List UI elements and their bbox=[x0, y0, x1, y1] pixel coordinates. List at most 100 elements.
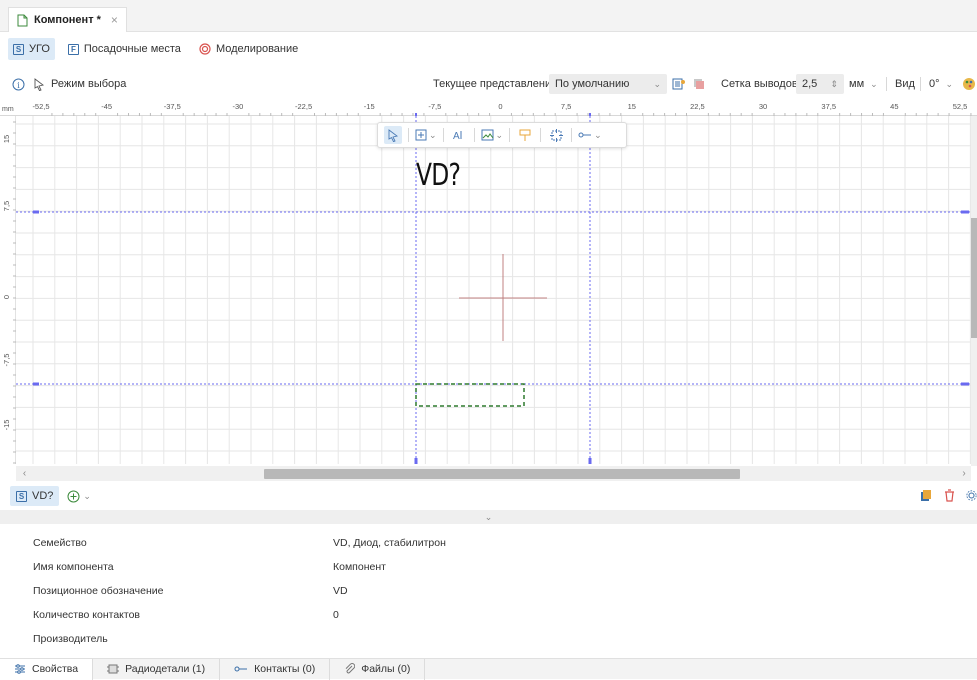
ruler-tick-label: -15 bbox=[364, 102, 375, 111]
property-row: Количество контактов 0 bbox=[0, 604, 977, 628]
property-key: Позиционное обозначение bbox=[33, 585, 164, 597]
footprint-icon: F bbox=[67, 43, 79, 55]
ruler-tick-label: 37,5 bbox=[821, 102, 836, 111]
delete-icon[interactable] bbox=[944, 489, 955, 502]
image-tool-button[interactable]: ⌄ bbox=[481, 126, 504, 144]
guide-handle bbox=[33, 210, 39, 214]
rotation-select[interactable]: 0° ⌄ bbox=[929, 70, 953, 98]
toolbar-divider bbox=[473, 128, 475, 142]
view-label: Текущее представление bbox=[433, 78, 558, 90]
tab-footprints[interactable]: F Посадочные места bbox=[63, 38, 186, 60]
tab-properties[interactable]: Свойства bbox=[0, 658, 94, 680]
add-view-icon[interactable] bbox=[672, 70, 686, 98]
toolbar-divider bbox=[509, 128, 511, 142]
symbol-canvas[interactable] bbox=[16, 116, 971, 464]
text-tool-button[interactable]: A bbox=[450, 126, 468, 144]
ruler-ticks: 15 7,5 0 -7,5 -15 bbox=[2, 121, 16, 464]
stepper-icon: ⇕ bbox=[830, 78, 838, 89]
chevron-down-icon: ⌄ bbox=[653, 78, 661, 89]
unit-select[interactable]: мм ⌄ bbox=[849, 70, 878, 98]
tab-label: Файлы (0) bbox=[361, 663, 411, 675]
guide-handle bbox=[961, 382, 969, 386]
bottom-tabs: Свойства Радиодетали (1) Контакты (0) Фа… bbox=[0, 658, 977, 680]
ruler-tick-label: -22,5 bbox=[295, 102, 312, 111]
property-key: Количество контактов bbox=[33, 609, 141, 621]
property-row: Производитель bbox=[0, 628, 977, 652]
vertical-scroll-thumb[interactable] bbox=[971, 218, 977, 338]
scroll-left-button[interactable]: ‹ bbox=[16, 466, 33, 481]
paperclip-icon bbox=[345, 663, 356, 674]
settings-icon[interactable] bbox=[966, 489, 977, 502]
ruler-tick-label: -15 bbox=[2, 420, 11, 431]
property-value[interactable]: VD, Диод, стабилитрон bbox=[333, 537, 446, 549]
document-tab[interactable]: Компонент * × bbox=[8, 7, 127, 32]
chevron-down-icon: ⌄ bbox=[594, 129, 602, 140]
horizontal-scroll-thumb[interactable] bbox=[264, 469, 740, 479]
tab-label: Радиодетали (1) bbox=[125, 663, 206, 675]
guide-handle bbox=[414, 458, 418, 464]
origin-tool-button[interactable] bbox=[547, 126, 565, 144]
tab-ugo[interactable]: S УГО bbox=[8, 38, 55, 60]
add-component-button[interactable]: ⌄ bbox=[67, 490, 91, 503]
document-icon bbox=[17, 14, 28, 27]
tab-components[interactable]: Радиодетали (1) bbox=[93, 658, 221, 680]
tab-modeling[interactable]: Моделирование bbox=[194, 38, 303, 60]
view-short-label: Вид bbox=[895, 78, 915, 90]
toolbar-divider bbox=[920, 77, 921, 91]
chevron-down-icon: ⌄ bbox=[429, 129, 437, 140]
tab-pins[interactable]: Контакты (0) bbox=[220, 658, 331, 680]
close-icon[interactable]: × bbox=[111, 13, 118, 27]
tab-label: Посадочные места bbox=[83, 43, 181, 55]
tab-files[interactable]: Файлы (0) bbox=[330, 658, 426, 680]
layers-icon[interactable] bbox=[693, 70, 705, 98]
ruler-ticks: mm -52,5 -45 -37,5 -30 -22,5 -15 -7,5 0 7,5 15 22,5… bbox=[2, 102, 972, 116]
property-value[interactable]: Компонент bbox=[333, 561, 386, 573]
component-chip-label: VD? bbox=[32, 490, 54, 502]
ruler-tick-label: -7,5 bbox=[2, 354, 11, 367]
component-chip[interactable]: S VD? bbox=[10, 486, 60, 506]
modeling-icon bbox=[199, 43, 211, 55]
designator-text[interactable]: VD? bbox=[416, 158, 461, 193]
schematic-symbol-icon: S bbox=[16, 490, 27, 502]
editor-toolbar: i Режим выбора Текущее представление По … bbox=[0, 70, 977, 98]
property-value[interactable]: VD bbox=[333, 585, 348, 597]
property-key: Семейство bbox=[33, 537, 87, 549]
attribute-tool-button[interactable] bbox=[516, 126, 534, 144]
view-select[interactable]: По умолчанию ⌄ bbox=[549, 70, 667, 98]
canvas-grid bbox=[16, 116, 971, 464]
property-key: Производитель bbox=[33, 633, 108, 645]
info-icon[interactable]: i bbox=[12, 70, 25, 98]
unit-value: мм bbox=[849, 78, 865, 90]
property-value[interactable]: 0 bbox=[333, 609, 339, 621]
properties-panel: Семейство VD, Диод, стабилитрон Имя комп… bbox=[0, 524, 977, 656]
chevron-down-icon: ⌄ bbox=[870, 78, 878, 89]
select-tool-button[interactable] bbox=[384, 126, 402, 144]
rectangle-tool-button[interactable]: ⌄ bbox=[415, 126, 437, 144]
rotation-value: 0° bbox=[929, 78, 940, 90]
toolbar-divider bbox=[540, 128, 542, 142]
select-mode-button[interactable]: Режим выбора bbox=[34, 70, 126, 98]
toolbar-divider bbox=[886, 77, 887, 91]
ruler-tick-label: 30 bbox=[759, 102, 767, 111]
pin-grid-label: Сетка выводов bbox=[721, 78, 798, 90]
horizontal-ruler: mm -52,5 -45 -37,5 -30 -22,5 -15 -7,5 0 7,5 15 22,5… bbox=[0, 100, 977, 116]
vertical-ruler: 15 7,5 0 -7,5 -15 bbox=[0, 116, 16, 464]
ruler-tick-label: -45 bbox=[101, 102, 112, 111]
ruler-tick-label: -7,5 bbox=[428, 102, 441, 111]
copy-component-icon[interactable] bbox=[920, 489, 932, 502]
properties-icon bbox=[15, 664, 25, 674]
selection-rectangle bbox=[415, 383, 525, 407]
ruler-unit: mm bbox=[2, 106, 14, 113]
pin-icon bbox=[234, 666, 248, 672]
palette-icon[interactable] bbox=[962, 70, 976, 98]
ruler-tick-label: 7,5 bbox=[2, 201, 11, 211]
view-select-value: По умолчанию bbox=[555, 78, 630, 90]
toolbar-divider bbox=[408, 128, 409, 142]
scroll-right-button[interactable]: › bbox=[957, 466, 971, 481]
chevron-down-icon: ⌄ bbox=[495, 129, 504, 140]
pin-grid-stepper[interactable]: 2,5 ⇕ bbox=[796, 70, 844, 98]
schematic-symbol-icon: S bbox=[13, 43, 24, 55]
floating-drawing-toolbar: ⌄ A ⌄ ⌄ bbox=[377, 122, 627, 148]
pin-tool-button[interactable]: ⌄ bbox=[578, 126, 602, 144]
collapse-panel-button[interactable]: ⌄ bbox=[0, 510, 977, 524]
